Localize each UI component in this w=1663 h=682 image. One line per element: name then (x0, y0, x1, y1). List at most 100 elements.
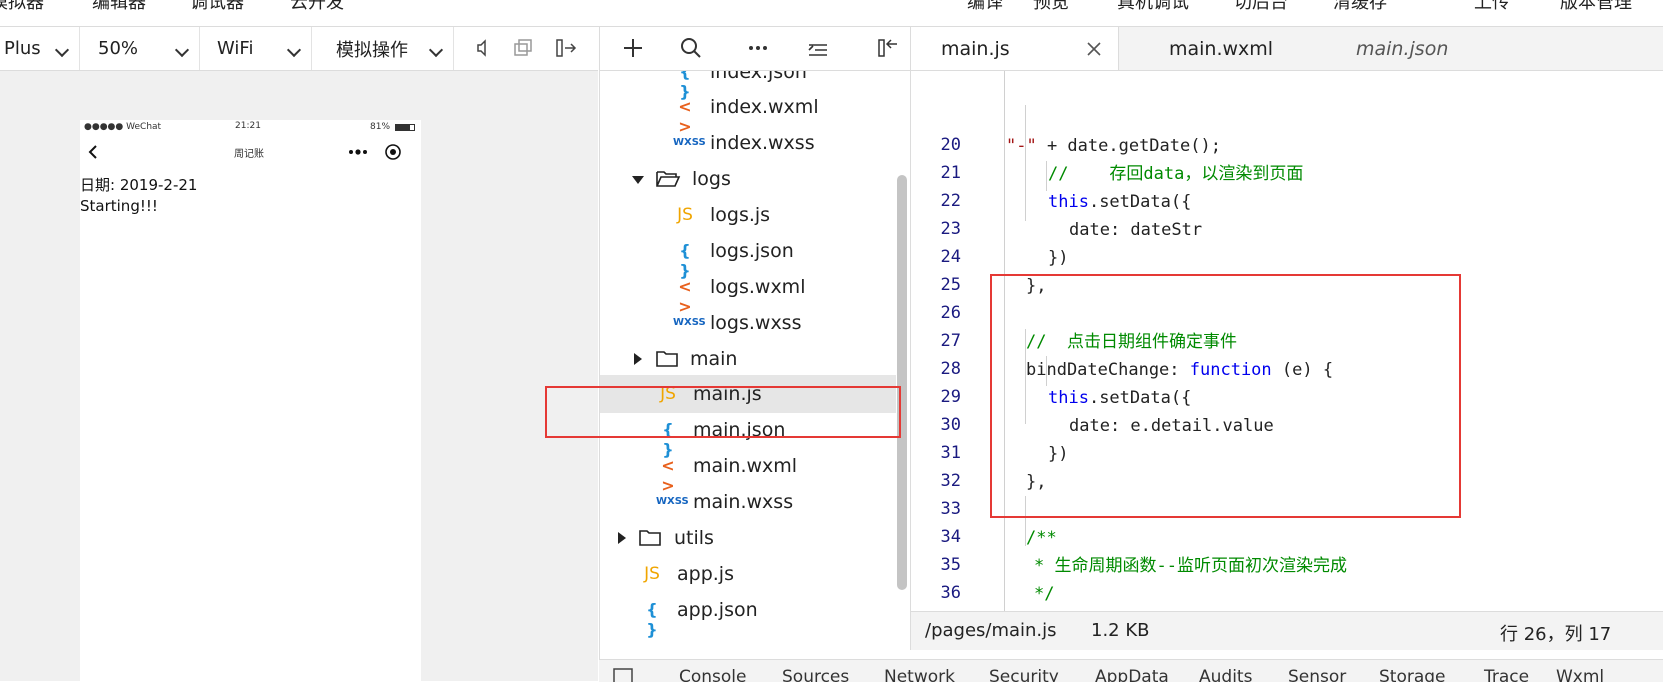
devtools-tab-sensor[interactable]: Sensor (1288, 667, 1346, 682)
devtools-tab-trace[interactable]: Trace (1484, 667, 1529, 682)
tree-item-logs-wxss[interactable]: WXSS logs.wxss (600, 304, 896, 342)
phone-nav-bar: 周记账 (80, 138, 421, 168)
network-select[interactable]: WiFi (200, 27, 312, 70)
line-number: 36 (940, 583, 961, 603)
tree-item-index-wxml[interactable]: < > index.wxml (600, 88, 896, 136)
code-line: 29 date: e.detail.value (911, 354, 1663, 436)
code-line: 24 }, (911, 214, 1663, 296)
code-line: 20 // 存回data，以渲染到页面 (911, 102, 1663, 184)
tree-item-logs-js[interactable]: JS logs.js (600, 196, 896, 234)
code-line: 32 (911, 438, 1663, 491)
more-icon[interactable] (745, 35, 771, 61)
network-select-value: WiFi (217, 38, 254, 59)
file-size: 1.2 KB (1091, 620, 1150, 641)
menu-debugger[interactable]: 调试器 (190, 0, 244, 14)
tree-item-label: main.json (693, 419, 786, 441)
tree-item-label: logs.wxss (710, 312, 802, 334)
search-icon[interactable] (678, 35, 704, 61)
code-line: 35 */ (911, 522, 1663, 604)
tree-folder-utils[interactable]: utils (600, 519, 896, 557)
close-icon[interactable] (1086, 41, 1102, 57)
code-line: "-" + date.getDate(); (911, 74, 1663, 156)
tree-item-label: index.wxss (710, 132, 815, 154)
tree-folder-logs[interactable]: logs (600, 160, 896, 198)
code-line: 36 onReady: function () { (911, 550, 1663, 603)
back-arrow-icon[interactable] (86, 144, 100, 160)
tab-label: main.js (941, 37, 1010, 60)
code-line: 30 }) (911, 382, 1663, 464)
code-text: */ (1034, 584, 1055, 604)
menu-preview[interactable]: 预览 (1033, 0, 1069, 14)
tree-item-main-json[interactable]: { } main.json (600, 411, 896, 459)
phone-content: 日期: 2019-2-21 Starting!!! (80, 175, 197, 217)
devtools-tab-audits[interactable]: Audits (1199, 667, 1252, 682)
devtools-tab-security[interactable]: Security (989, 667, 1059, 682)
menu-upload[interactable]: 上传 (1474, 0, 1510, 14)
battery-label: 81% (370, 122, 391, 132)
starting-text: Starting!!! (80, 197, 158, 215)
json-file-icon: { } (662, 420, 674, 459)
chevron-down-icon (54, 42, 70, 58)
mute-icon[interactable] (470, 35, 496, 61)
menu-simulator[interactable]: 模拟器 (0, 0, 44, 14)
devtools-tab-sources[interactable]: Sources (782, 667, 849, 682)
devtools-tab-network[interactable]: Network (884, 667, 955, 682)
inspect-icon[interactable] (613, 668, 633, 682)
tree-item-app-json[interactable]: { } app.json (600, 591, 896, 639)
tree-item-main-js[interactable]: JS main.js (600, 375, 896, 413)
devtools-tab-wxml[interactable]: Wxml (1556, 667, 1604, 682)
devtools-tab-console[interactable]: Console (679, 667, 747, 682)
more-dots-icon[interactable] (348, 148, 368, 156)
device-select-value: Plus (4, 38, 41, 59)
tree-item-label: index.wxml (710, 96, 819, 118)
detach-panel-icon[interactable] (553, 35, 579, 61)
zoom-select-value: 50% (98, 38, 139, 59)
close-capsule-icon[interactable] (384, 143, 402, 161)
simulate-operation-select[interactable]: 模拟操作 (312, 27, 454, 70)
tree-item-app-js[interactable]: JS app.js (600, 555, 896, 593)
tab-main-js[interactable]: main.js (911, 27, 1119, 70)
window-icon[interactable] (510, 35, 536, 61)
devtools-tab-appdata[interactable]: AppData (1095, 667, 1169, 682)
carrier-label: ●●●●● WeChat (84, 122, 162, 132)
phone-screen[interactable]: ●●●●● WeChat 21:21 81% 周记账 日期: 2019-2-21… (80, 120, 421, 681)
zoom-select[interactable]: 50% (80, 27, 200, 70)
tree-item-label: logs.wxml (710, 276, 806, 298)
collapsed-arrow-icon (634, 353, 642, 365)
wxml-file-icon: < > (678, 277, 692, 316)
add-icon[interactable] (620, 35, 646, 61)
tree-folder-main[interactable]: main (600, 340, 896, 378)
json-file-icon: { } (646, 600, 658, 639)
menu-clear-cache[interactable]: 清缓存 (1333, 0, 1387, 14)
hide-panel-icon[interactable] (875, 35, 901, 61)
menu-editor[interactable]: 编辑器 (92, 0, 146, 14)
code-editor[interactable]: "-" + date.getDate(); 20 // 存回data，以渲染到页… (910, 71, 1663, 611)
menu-cloud[interactable]: 云开发 (290, 0, 344, 14)
code-line: 23 }) (911, 186, 1663, 268)
cursor-position[interactable]: 行 26，列 17 (1500, 620, 1611, 646)
tree-item-main-wxss[interactable]: WXSS main.wxss (600, 483, 896, 521)
menu-remote-debug[interactable]: 真机调试 (1117, 0, 1189, 14)
tree-item-label: utils (674, 527, 714, 549)
tab-main-json[interactable]: main.json (1319, 27, 1519, 70)
tree-item-index-wxss[interactable]: WXSS index.wxss (600, 124, 896, 162)
devtools-tab-storage[interactable]: Storage (1379, 667, 1446, 682)
tree-item-logs-json[interactable]: { } logs.json (600, 232, 896, 280)
js-file-icon: JS (660, 384, 676, 404)
nav-title: 周记账 (234, 149, 264, 160)
tab-main-wxml[interactable]: main.wxml (1119, 27, 1319, 70)
chevron-down-icon (428, 42, 444, 58)
tab-label: main.wxml (1169, 37, 1274, 60)
tree-item-label: app.js (677, 563, 734, 585)
menu-version[interactable]: 版本管理 (1560, 0, 1632, 14)
editor-tab-bar: main.js main.wxml main.json (910, 27, 1663, 71)
folder-icon (656, 351, 678, 367)
file-tree-scrollbar[interactable] (897, 175, 907, 590)
menu-background[interactable]: 切后台 (1234, 0, 1288, 14)
device-select[interactable]: Plus (0, 27, 80, 70)
menu-compile[interactable]: 编译 (967, 0, 1003, 14)
collapse-all-icon[interactable] (805, 35, 831, 61)
tree-item-main-wxml[interactable]: < > main.wxml (600, 447, 896, 495)
tree-item-logs-wxml[interactable]: < > logs.wxml (600, 268, 896, 316)
simulate-operation-value: 模拟操作 (336, 39, 408, 61)
